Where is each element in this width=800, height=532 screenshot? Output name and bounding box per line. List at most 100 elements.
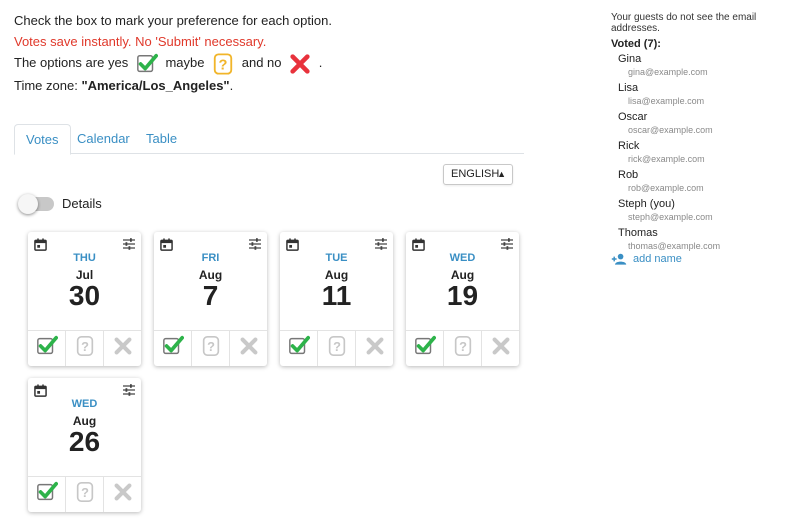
calendar-icon[interactable]: [286, 238, 299, 251]
vote-yes-button[interactable]: [28, 477, 65, 512]
guest-name: Rick: [618, 140, 640, 152]
no-cross-icon: [490, 335, 512, 362]
guest-item: Rob rob@example.com: [611, 168, 796, 195]
guest-name: Thomas: [618, 227, 658, 239]
view-tabs: Votes Calendar Table: [14, 124, 524, 155]
svg-text:?: ?: [333, 339, 341, 354]
no-legend-label: and no: [241, 55, 282, 70]
guest-email: rob@example.com: [628, 183, 704, 193]
option-card: WED Aug 19?: [406, 232, 519, 366]
options-prefix: The options are: [14, 55, 105, 70]
yes-check-icon: [414, 335, 436, 362]
privacy-note: Your guests do not see the email address…: [611, 12, 757, 34]
timezone-line: Time zone: "America/Los_Angeles".: [14, 75, 526, 96]
svg-text:?: ?: [81, 339, 89, 354]
tune-icon[interactable]: [374, 237, 388, 251]
tab-votes[interactable]: Votes: [14, 124, 71, 155]
tune-icon[interactable]: [122, 383, 136, 397]
calendar-icon[interactable]: [34, 238, 47, 251]
guest-item: Lisa lisa@example.com: [611, 81, 796, 108]
language-value: ENGLISH: [451, 168, 500, 180]
vote-row: ?: [280, 330, 393, 366]
tune-icon[interactable]: [248, 237, 262, 251]
svg-text:?: ?: [219, 57, 228, 73]
vote-yes-button[interactable]: [154, 331, 191, 366]
guest-email: oscar@example.com: [628, 125, 713, 135]
vote-row: ?: [28, 330, 141, 366]
add-name-label: add name: [633, 253, 682, 265]
calendar-icon[interactable]: [412, 238, 425, 251]
options-suffix: .: [318, 55, 323, 70]
option-day: 11: [321, 280, 352, 311]
vote-no-button[interactable]: [103, 477, 141, 512]
option-weekday: WED: [449, 252, 476, 264]
vote-no-button[interactable]: [355, 331, 393, 366]
no-cross-icon: [112, 481, 134, 508]
vote-yes-button[interactable]: [280, 331, 317, 366]
language-select[interactable]: ENGLISH ▲︎: [443, 164, 513, 185]
vote-row: ?: [28, 476, 141, 512]
guest-item: Gina gina@example.com: [611, 52, 796, 79]
tune-icon[interactable]: [500, 237, 514, 251]
autosave-warning: Votes save instantly. No 'Submit' necess…: [14, 34, 267, 49]
vote-maybe-button[interactable]: ?: [65, 477, 103, 512]
option-day: 26: [68, 426, 101, 457]
timezone-suffix: .: [229, 77, 234, 93]
guest-item: Rick rick@example.com: [611, 139, 796, 166]
maybe-question-icon: ?: [326, 335, 348, 362]
add-name-button[interactable]: add name: [611, 252, 682, 266]
details-toggle[interactable]: [18, 194, 54, 214]
options-legend: The options are yes maybe ? and no .: [14, 52, 526, 75]
yes-check-icon: [136, 53, 158, 72]
guest-name: Gina: [618, 53, 642, 65]
guest-item: Oscar oscar@example.com: [611, 110, 796, 137]
calendar-icon[interactable]: [160, 238, 173, 251]
vote-no-button[interactable]: [481, 331, 519, 366]
vote-row: ?: [406, 330, 519, 366]
add-person-icon: [611, 253, 627, 265]
no-cross-icon: [238, 335, 260, 362]
yes-check-icon: [288, 335, 310, 362]
option-card: WED Aug 26?: [28, 378, 141, 512]
vote-row: ?: [154, 330, 267, 366]
voted-heading: Voted (7):: [611, 38, 661, 50]
option-weekday: TUE: [325, 252, 348, 264]
calendar-icon[interactable]: [34, 384, 47, 397]
guest-email: rick@example.com: [628, 154, 705, 164]
select-caret-icon: ▲︎: [497, 169, 506, 179]
svg-text:?: ?: [207, 339, 215, 354]
tab-calendar[interactable]: Calendar: [66, 124, 141, 154]
instruction-text: Check the box to mark your preference fo…: [14, 13, 332, 28]
vote-maybe-button[interactable]: ?: [191, 331, 229, 366]
option-day: 30: [68, 280, 101, 311]
guest-item: Thomas thomas@example.com: [611, 226, 796, 253]
option-day: 7: [202, 280, 219, 311]
vote-no-button[interactable]: [229, 331, 267, 366]
maybe-question-icon: ?: [200, 335, 222, 362]
no-cross-icon: [290, 53, 310, 74]
maybe-legend-label: maybe: [165, 55, 205, 70]
maybe-question-icon: ?: [452, 335, 474, 362]
tune-icon[interactable]: [122, 237, 136, 251]
guest-name: Oscar: [618, 111, 648, 123]
option-card: FRI Aug 7?: [154, 232, 267, 366]
no-cross-icon: [364, 335, 386, 362]
details-label: Details: [62, 196, 102, 211]
guest-email: lisa@example.com: [628, 96, 705, 106]
no-cross-icon: [112, 335, 134, 362]
yes-check-icon: [36, 335, 58, 362]
yes-legend-label: yes: [107, 55, 129, 70]
vote-maybe-button[interactable]: ?: [317, 331, 355, 366]
maybe-question-icon: ?: [74, 481, 96, 508]
guest-email: gina@example.com: [628, 67, 708, 77]
guest-item: Steph (you) steph@example.com: [611, 197, 796, 224]
vote-yes-button[interactable]: [406, 331, 443, 366]
vote-maybe-button[interactable]: ?: [65, 331, 103, 366]
vote-no-button[interactable]: [103, 331, 141, 366]
vote-maybe-button[interactable]: ?: [443, 331, 481, 366]
tab-table[interactable]: Table: [135, 124, 188, 154]
timezone-prefix: Time zone:: [14, 77, 82, 93]
option-weekday: WED: [71, 398, 98, 410]
vote-yes-button[interactable]: [28, 331, 65, 366]
maybe-question-icon: ?: [74, 335, 96, 362]
